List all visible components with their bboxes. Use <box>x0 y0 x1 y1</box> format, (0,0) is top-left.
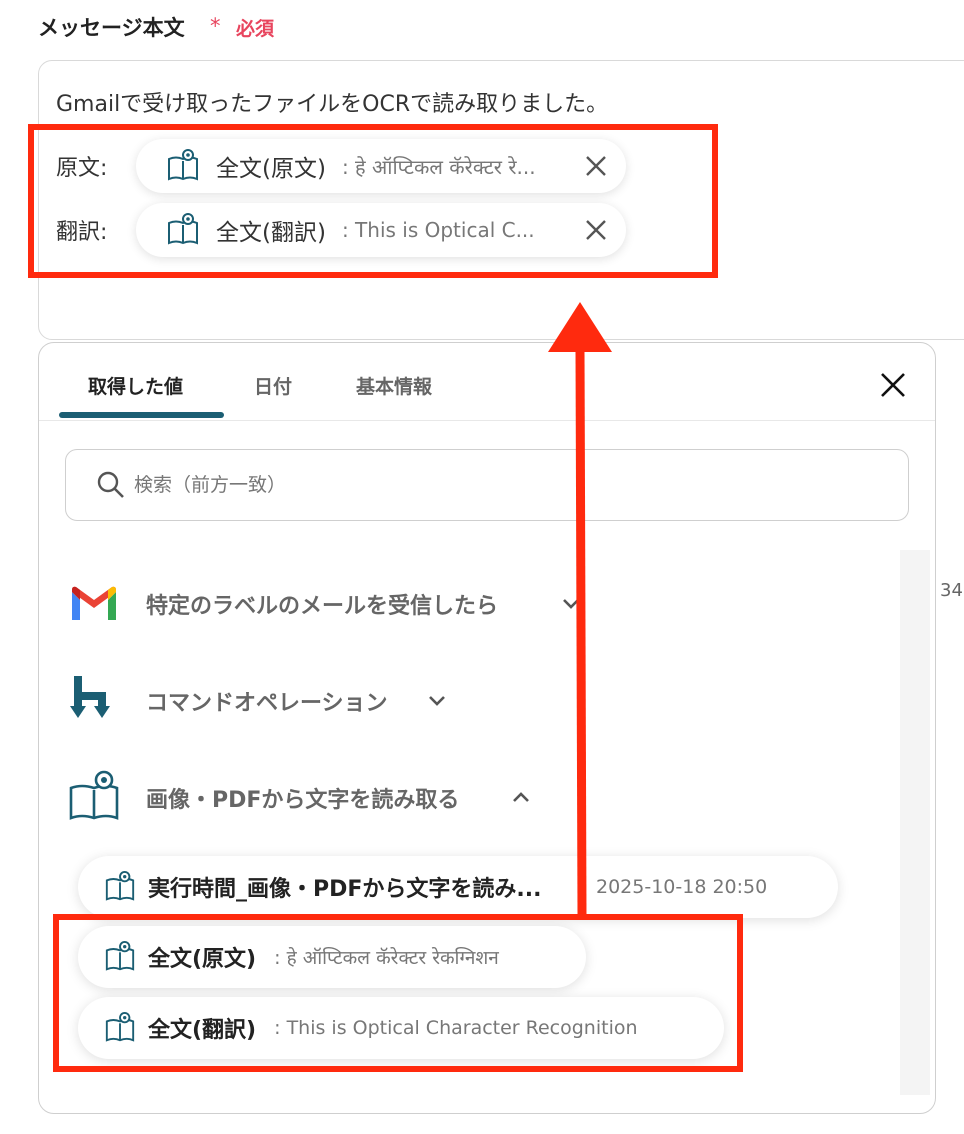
chevron-up-icon[interactable] <box>510 786 532 808</box>
value-name: 実行時間_画像・PDFから文字を読み... <box>148 877 542 902</box>
tab-divider <box>39 420 935 421</box>
command-icon <box>70 676 110 718</box>
annotation-arrow-icon <box>548 302 612 916</box>
section-command-operation[interactable]: コマンドオペレーション <box>146 685 388 717</box>
section-ocr[interactable]: 画像・PDFから文字を読み取る <box>146 782 459 814</box>
message-body-label: メッセージ本文 <box>38 16 185 40</box>
required-label: 必須 <box>236 18 275 40</box>
required-asterisk: * <box>210 14 221 38</box>
search-icon <box>97 471 124 498</box>
highlight-box-editor <box>28 124 718 278</box>
search-input[interactable] <box>134 470 834 500</box>
chevron-down-icon[interactable] <box>426 689 448 711</box>
tab-acquired-values[interactable]: 取得した値 <box>88 372 183 399</box>
side-number: 34 <box>940 580 963 601</box>
tab-basic-info[interactable]: 基本情報 <box>356 372 432 399</box>
editor-text-line: Gmailで受け取ったファイルをOCRで読み取りました。 <box>56 92 609 117</box>
value-execution-time[interactable]: 実行時間_画像・PDFから文字を読み... 2025-10-18 20:50 <box>78 856 838 918</box>
gmail-icon <box>72 586 116 620</box>
ocr-book-icon <box>69 770 119 820</box>
tab-date[interactable]: 日付 <box>254 372 292 399</box>
ocr-book-icon <box>105 871 135 901</box>
section-gmail-trigger[interactable]: 特定のラベルのメールを受信したら <box>146 588 498 620</box>
value-preview: 2025-10-18 20:50 <box>596 876 768 898</box>
close-icon[interactable] <box>878 370 908 400</box>
highlight-box-values <box>53 914 743 1072</box>
active-tab-indicator <box>59 412 224 418</box>
scrollbar-track[interactable] <box>900 550 930 1095</box>
